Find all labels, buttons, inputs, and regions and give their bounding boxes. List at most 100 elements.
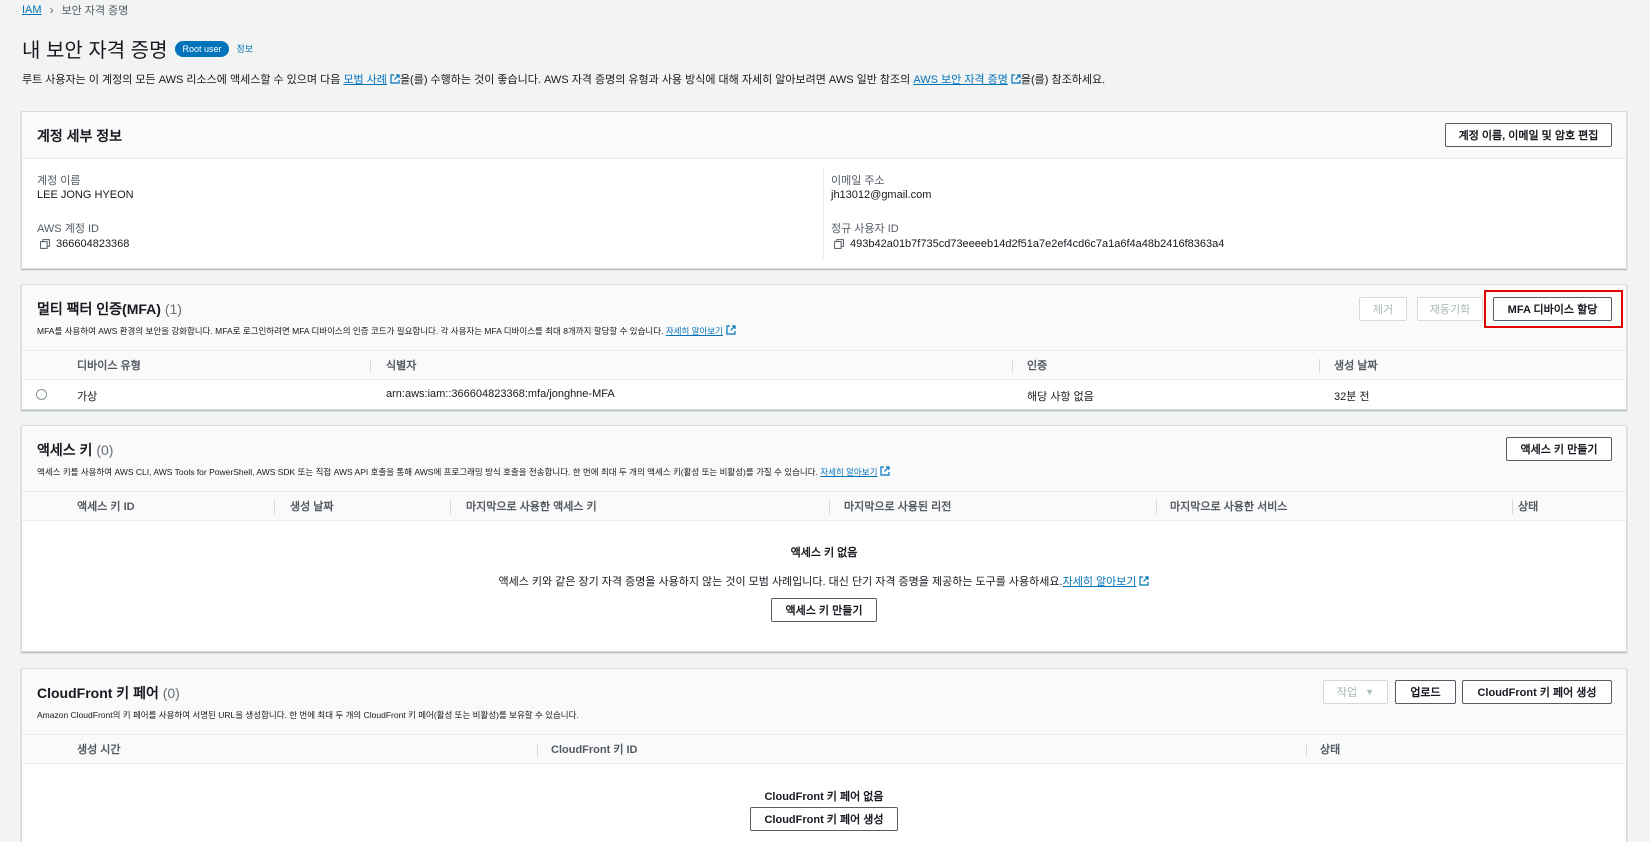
certification-cell: 해당 사항 없음 <box>1027 391 1094 403</box>
cloudfront-header: CloudFront 키 페어 (0) Amazon CloudFront의 키… <box>22 669 1626 735</box>
account-details-title: 계정 세부 정보 <box>37 128 123 144</box>
column-header: 마지막으로 사용한 서비스 <box>1170 501 1288 513</box>
account-details-panel: 계정 세부 정보 계정 이름, 이메일 및 암호 편집 계정 이름 LEE JO… <box>21 111 1627 269</box>
page-description: 루트 사용자는 이 계정의 모든 AWS 리소스에 액세스할 수 있으며 다음 … <box>22 71 1630 87</box>
external-link-icon <box>1011 74 1021 84</box>
access-keys-learn-more-label: 자세히 알아보기 <box>820 467 878 477</box>
access-keys-empty-state: 액세스 키 없음 액세스 키와 같은 장기 자격 증명을 사용하지 않는 것이 … <box>22 544 1626 589</box>
cloudfront-heading: CloudFront 키 페어 (0) Amazon CloudFront의 키… <box>37 683 579 721</box>
cloudfront-title: CloudFront 키 페어 (0) <box>37 683 579 703</box>
access-keys-count: (0) <box>96 442 114 458</box>
mfa-title-text: 멀티 팩터 인증(MFA) <box>37 301 161 317</box>
canonical-user-id-value: 493b42a01b7f735cd73eeeeb14d2f51a7e2ef4cd… <box>850 238 1225 250</box>
external-link-icon <box>1139 576 1150 586</box>
empty-create-access-key-button[interactable]: 액세스 키 만들기 <box>771 598 877 622</box>
external-link-icon <box>390 74 400 84</box>
column-header: 생성 시간 <box>77 744 121 756</box>
column-divider <box>823 167 824 259</box>
cloudfront-title-text: CloudFront 키 페어 <box>37 685 159 701</box>
resync-mfa-button[interactable]: 재동기화 <box>1417 297 1483 321</box>
column-header: 마지막으로 사용된 리전 <box>844 501 952 513</box>
actions-dropdown-label: 작업 <box>1336 687 1358 699</box>
canonical-user-id-label: 정규 사용자 ID <box>831 223 899 235</box>
mfa-heading: 멀티 팩터 인증(MFA) (1) MFA를 사용하여 AWS 환경의 보안을 … <box>37 299 736 337</box>
access-keys-learn-more-link[interactable]: 자세히 알아보기 <box>820 466 890 477</box>
remove-mfa-button[interactable]: 제거 <box>1359 297 1407 321</box>
chevron-right-icon: › <box>49 3 54 17</box>
cloudfront-count: (0) <box>162 685 180 701</box>
column-divider <box>1156 500 1157 514</box>
page-description-text: 을(를) 수행하는 것이 좋습니다. AWS 자격 증명의 유형과 사용 방식에… <box>399 74 914 86</box>
page-description-text: 루트 사용자는 이 계정의 모든 AWS 리소스에 액세스할 수 있으며 다음 <box>22 74 344 86</box>
column-header: 상태 <box>1320 744 1341 756</box>
account-details-header: 계정 세부 정보 계정 이름, 이메일 및 암호 편집 <box>22 112 1626 159</box>
access-keys-title-text: 액세스 키 <box>37 442 93 458</box>
row-select-radio[interactable] <box>36 389 47 400</box>
account-name-value: LEE JONG HYEON <box>37 189 134 201</box>
copy-icon[interactable] <box>834 239 844 249</box>
aws-security-credentials-link-label: AWS 보안 자격 증명 <box>913 74 1008 86</box>
empty-learn-more-label: 자세히 알아보기 <box>1062 576 1137 588</box>
aws-account-id: 366604823368 <box>40 238 129 250</box>
access-keys-panel: 액세스 키 (0) 액세스 키를 사용하여 AWS CLI, AWS Tools… <box>21 425 1627 652</box>
column-header: 인증 <box>1027 360 1048 372</box>
column-divider <box>829 500 830 514</box>
mfa-title: 멀티 팩터 인증(MFA) (1) <box>37 299 736 319</box>
aws-account-id-label: AWS 계정 ID <box>37 223 100 235</box>
access-keys-description-text: 액세스 키를 사용하여 AWS CLI, AWS Tools for Power… <box>37 467 818 477</box>
column-header: 디바이스 유형 <box>77 360 141 372</box>
root-user-badge: Root user <box>175 40 229 57</box>
create-access-key-button[interactable]: 액세스 키 만들기 <box>1506 437 1612 461</box>
copy-icon[interactable] <box>40 239 50 249</box>
mfa-header: 멀티 팩터 인증(MFA) (1) MFA를 사용하여 AWS 환경의 보안을 … <box>22 285 1626 351</box>
column-header: 식별자 <box>386 360 417 372</box>
column-header: CloudFront 키 ID <box>551 744 638 756</box>
mfa-learn-more-link[interactable]: 자세히 알아보기 <box>665 325 736 336</box>
mfa-learn-more-label: 자세히 알아보기 <box>665 326 723 336</box>
column-header: 액세스 키 ID <box>77 501 135 513</box>
upload-button[interactable]: 업로드 <box>1395 680 1456 704</box>
page-description-text: 을(를) 참조하세요. <box>1020 74 1106 86</box>
cloudfront-panel: CloudFront 키 페어 (0) Amazon CloudFront의 키… <box>21 668 1627 842</box>
access-keys-header: 액세스 키 (0) 액세스 키를 사용하여 AWS CLI, AWS Tools… <box>22 426 1626 492</box>
column-divider <box>1319 359 1320 373</box>
column-divider <box>450 500 451 514</box>
canonical-user-id: 493b42a01b7f735cd73eeeeb14d2f51a7e2ef4cd… <box>834 238 1224 250</box>
mfa-table-header: 디바이스 유형 식별자 인증 생성 날짜 <box>22 350 1626 380</box>
edit-account-button[interactable]: 계정 이름, 이메일 및 암호 편집 <box>1445 123 1612 147</box>
actions-dropdown[interactable]: 작업 ▼ <box>1323 680 1388 704</box>
mfa-panel: 멀티 팩터 인증(MFA) (1) MFA를 사용하여 AWS 환경의 보안을 … <box>21 284 1627 410</box>
breadcrumb-iam-link[interactable]: IAM <box>22 4 42 16</box>
aws-security-credentials-link[interactable]: AWS 보안 자격 증명 <box>913 74 1021 86</box>
email-label: 이메일 주소 <box>831 175 885 187</box>
account-name-label: 계정 이름 <box>37 175 81 187</box>
column-header: 마지막으로 사용한 액세스 키 <box>466 501 597 513</box>
external-link-icon <box>726 325 736 335</box>
page-header: 내 보안 자격 증명 Root user 정보 루트 사용자는 이 계정의 모든… <box>22 34 1630 87</box>
cloudfront-empty-state: CloudFront 키 페어 없음 <box>22 788 1626 804</box>
breadcrumb: IAM › 보안 자격 증명 <box>22 3 128 17</box>
identifier-cell: arn:aws:iam::366604823368:mfa/jonghne-MF… <box>386 388 615 400</box>
access-keys-heading: 액세스 키 (0) 액세스 키를 사용하여 AWS CLI, AWS Tools… <box>37 440 890 478</box>
column-header: 상태 <box>1518 501 1539 513</box>
mfa-description: MFA를 사용하여 AWS 환경의 보안을 강화합니다. MFA로 로그인하려면… <box>37 325 736 337</box>
empty-create-cloudfront-key-pair-button[interactable]: CloudFront 키 페어 생성 <box>750 807 898 831</box>
highlight-box <box>1484 290 1623 328</box>
created-cell: 32분 전 <box>1334 391 1370 403</box>
best-practices-link[interactable]: 모범 사례 <box>343 74 400 86</box>
column-divider <box>370 359 371 373</box>
empty-learn-more-link[interactable]: 자세히 알아보기 <box>1063 576 1150 588</box>
column-divider <box>274 500 275 514</box>
empty-title: CloudFront 키 페어 없음 <box>764 791 884 803</box>
column-divider <box>537 743 538 757</box>
column-header: 생성 날짜 <box>1334 360 1378 372</box>
create-cloudfront-key-pair-button[interactable]: CloudFront 키 페어 생성 <box>1462 680 1612 704</box>
cloudfront-table-header: 생성 시간 CloudFront 키 ID 상태 <box>22 734 1626 764</box>
access-keys-table-header: 액세스 키 ID 생성 날짜 마지막으로 사용한 액세스 키 마지막으로 사용된… <box>22 491 1626 521</box>
access-keys-title: 액세스 키 (0) <box>37 440 890 460</box>
access-keys-description: 액세스 키를 사용하여 AWS CLI, AWS Tools for Power… <box>37 466 890 478</box>
best-practices-link-label: 모범 사례 <box>343 74 387 86</box>
empty-description: 액세스 키와 같은 장기 자격 증명을 사용하지 않는 것이 모범 사례입니다.… <box>22 573 1626 589</box>
info-link[interactable]: 정보 <box>237 42 254 55</box>
table-row[interactable]: 가상 arn:aws:iam::366604823368:mfa/jonghne… <box>22 380 1626 410</box>
